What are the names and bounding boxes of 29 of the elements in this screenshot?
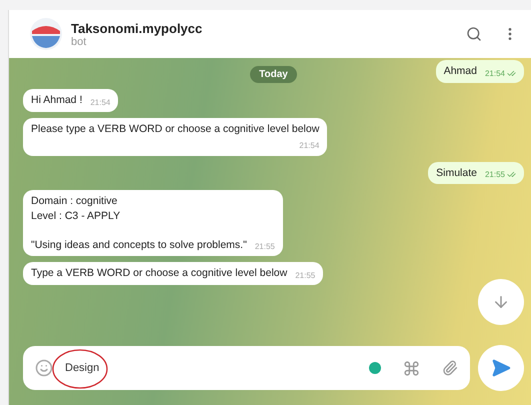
message-time: 21:55 [254,241,275,252]
received-message: Type a VERB WORD or choose a cognitive level below 21:55 [23,262,324,285]
send-button[interactable] [478,345,524,391]
received-message: Domain : cognitive Level : C3 - APPLY "Using ideas and concepts to solve problems." 21:55 [23,190,283,256]
message-time: 21:54 [90,96,110,108]
emoji-icon[interactable] [35,359,53,377]
sent-message: Ahmad 21:54 [436,60,524,83]
message-time: 21:54 [299,140,320,152]
send-icon[interactable] [491,358,511,378]
date-pill: Today [250,66,297,83]
message-time: 21:54 [484,68,505,79]
command-icon[interactable] [403,360,420,376]
bot-avatar [29,17,63,51]
scroll-down-button[interactable] [478,279,524,325]
arrow-down-icon[interactable] [492,293,510,311]
search-icon[interactable] [466,26,482,42]
received-message: Hi Ahmad ! 21:54 [23,89,118,112]
double-check-icon [507,68,516,78]
chat-subtitle: bot [71,36,86,48]
message-input[interactable]: Design [23,346,470,390]
sent-message: Simulate 21:55 [428,162,524,184]
message-time: 21:55 [484,169,505,180]
chat-title: Taksonomi.mypolycc [71,20,204,36]
input-text: Design [61,362,104,374]
double-check-icon [507,170,516,180]
status-dot [369,362,381,374]
received-message: Please type a VERB WORD or choose a cognitive level below 21:54 [23,118,328,156]
attach-icon[interactable] [442,360,458,376]
message-time: 21:55 [295,270,316,281]
